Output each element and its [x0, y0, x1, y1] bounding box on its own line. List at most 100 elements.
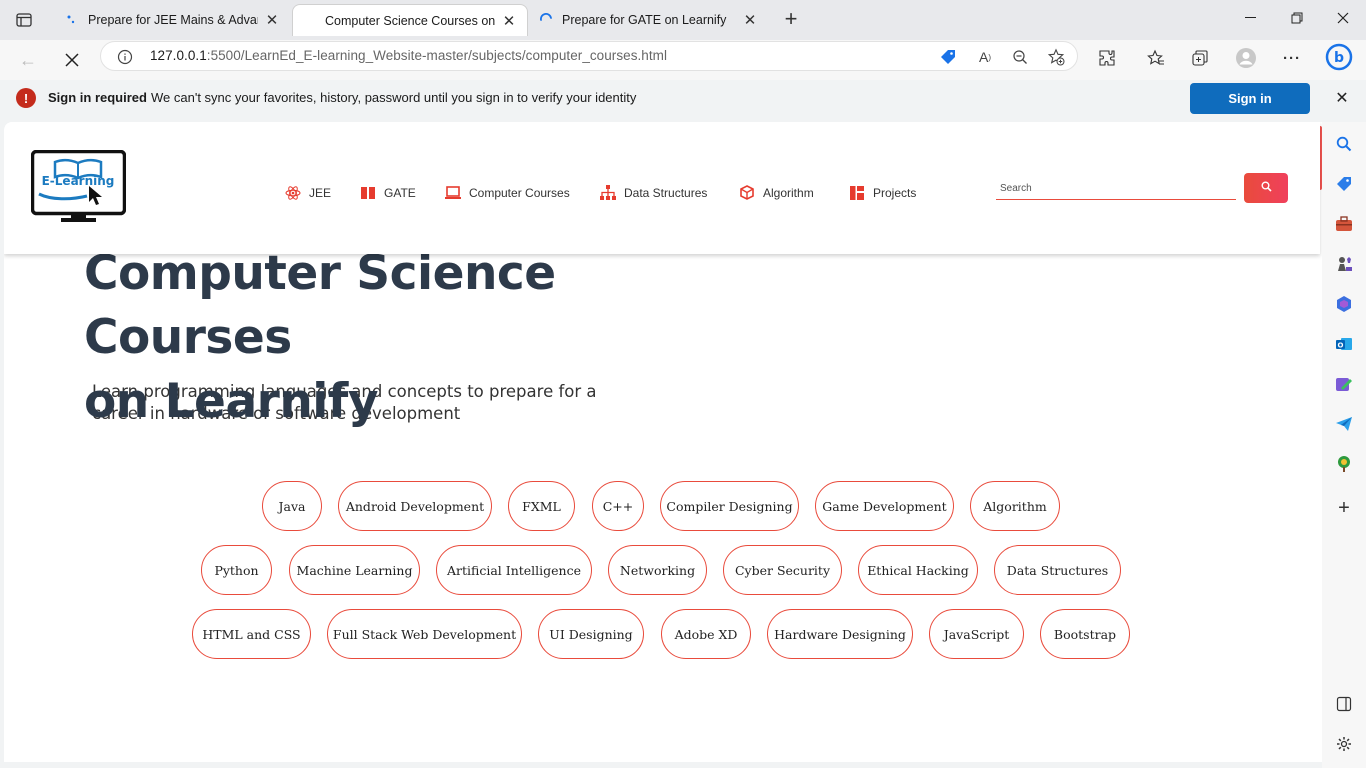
shopping-tag-icon[interactable] — [1334, 174, 1354, 194]
nav-label: Computer Courses — [469, 186, 570, 200]
nav-projects[interactable]: Projects — [849, 184, 916, 202]
course-pill-cpp[interactable]: C++ — [592, 481, 644, 531]
search-icon[interactable] — [1334, 134, 1354, 154]
course-pill-python[interactable]: Python — [201, 545, 272, 595]
loading-icon — [538, 12, 554, 28]
site-info-icon[interactable] — [115, 47, 135, 67]
read-aloud-icon[interactable]: A) — [975, 47, 995, 67]
infobar-title: Sign in required — [48, 90, 147, 105]
course-pill-java[interactable]: Java — [262, 481, 322, 531]
url-path: :5500/LearnEd_E-learning_Website-master/… — [206, 48, 667, 63]
add-favorite-icon[interactable] — [1046, 47, 1066, 67]
tools-briefcase-icon[interactable] — [1334, 214, 1354, 234]
extensions-icon[interactable] — [1095, 46, 1119, 70]
sign-in-button[interactable]: Sign in — [1190, 83, 1310, 114]
outlook-icon[interactable]: O — [1334, 334, 1354, 354]
nav-label: Projects — [873, 186, 917, 200]
close-window-icon[interactable] — [1320, 0, 1366, 36]
course-pill-compiler-designing[interactable]: Compiler Designing — [660, 481, 799, 531]
course-pill-cyber-security[interactable]: Cyber Security — [723, 545, 842, 595]
course-pill-fxml[interactable]: FXML — [508, 481, 575, 531]
page-title-line1: Computer Science Courses — [84, 246, 556, 365]
course-pill-algorithm[interactable]: Algorithm — [970, 481, 1060, 531]
stop-loading-icon[interactable] — [58, 46, 86, 74]
games-chess-icon[interactable] — [1334, 254, 1354, 274]
tab-title: Computer Science Courses on Le — [325, 13, 495, 28]
profile-avatar-icon[interactable] — [1234, 46, 1258, 70]
close-tab-icon[interactable]: ✕ — [742, 12, 758, 29]
restore-icon[interactable] — [1274, 0, 1320, 36]
tab-strip: Prepare for JEE Mains & Advance ✕ Comput… — [0, 0, 1366, 40]
course-pill-game-development[interactable]: Game Development — [815, 481, 954, 531]
course-pill-hardware-designing[interactable]: Hardware Designing — [767, 609, 913, 659]
search-button[interactable] — [1244, 173, 1288, 203]
minimize-icon[interactable] — [1228, 0, 1274, 36]
tree-icon[interactable] — [1334, 454, 1354, 474]
course-pill-artificial-intelligence[interactable]: Artificial Intelligence — [436, 545, 592, 595]
nav-computer-courses[interactable]: Computer Courses — [445, 184, 570, 202]
copilot-icon[interactable]: b — [1324, 42, 1354, 72]
close-tab-icon[interactable]: ✕ — [501, 13, 517, 30]
send-telegram-icon[interactable] — [1334, 414, 1354, 434]
book-icon — [360, 185, 376, 201]
more-options-icon[interactable]: ··· — [1280, 46, 1304, 70]
svg-text:O: O — [1338, 342, 1344, 350]
search-input[interactable] — [996, 177, 1236, 200]
dashboard-icon — [849, 185, 865, 201]
svg-text:b: b — [1334, 50, 1344, 66]
tab-jee[interactable]: Prepare for JEE Mains & Advance ✕ — [56, 4, 290, 36]
address-toolbar: ← 127.0.0.1:5500/LearnEd_E-learning_Webs… — [0, 40, 1366, 80]
zoom-out-icon[interactable] — [1010, 47, 1030, 67]
course-pill-ethical-hacking[interactable]: Ethical Hacking — [858, 545, 978, 595]
nav-gate[interactable]: GATE — [360, 184, 416, 202]
microsoft-365-icon[interactable] — [1334, 294, 1354, 314]
course-pill-javascript[interactable]: JavaScript — [929, 609, 1024, 659]
sitemap-icon — [600, 185, 616, 201]
nav-label: Data Structures — [624, 186, 708, 200]
course-pill-adobe-xd[interactable]: Adobe XD — [661, 609, 751, 659]
coupon-tag-icon[interactable] — [938, 47, 958, 67]
course-pill-ui-designing[interactable]: UI Designing — [538, 609, 644, 659]
tab-gate[interactable]: Prepare for GATE on Learnify ✕ — [530, 4, 768, 36]
loading-icon — [64, 12, 80, 28]
collections-icon[interactable] — [1188, 46, 1212, 70]
nav-label: Algorithm — [763, 186, 814, 200]
page-title-line2: on Learnify — [84, 374, 379, 429]
course-pill-bootstrap[interactable]: Bootstrap — [1040, 609, 1130, 659]
designer-icon[interactable] — [1334, 374, 1354, 394]
new-tab-button[interactable]: + — [780, 8, 802, 30]
tab-computer-courses[interactable]: Computer Science Courses on Le ✕ — [292, 4, 528, 36]
address-bar[interactable]: 127.0.0.1:5500/LearnEd_E-learning_Websit… — [100, 41, 1078, 71]
favorites-icon[interactable] — [1144, 46, 1168, 70]
course-pill-networking[interactable]: Networking — [608, 545, 707, 595]
course-pill-full-stack[interactable]: Full Stack Web Development — [327, 609, 522, 659]
nav-data-structures[interactable]: Data Structures — [600, 184, 707, 202]
blank-favicon-icon — [301, 13, 317, 29]
tab-title: Prepare for GATE on Learnify — [562, 13, 727, 27]
nav-algorithm[interactable]: Algorithm — [739, 184, 814, 202]
add-sidebar-app-icon[interactable]: + — [1334, 497, 1354, 519]
nav-label: JEE — [309, 186, 332, 200]
site-header: E-Learning JEE GATE Computer Courses Dat… — [4, 122, 1320, 254]
page-title: Computer Science Courses on Learnify — [84, 242, 764, 434]
close-infobar-icon[interactable]: ✕ — [1333, 88, 1351, 108]
error-icon: ! — [16, 88, 36, 108]
url-host: 127.0.0.1 — [150, 48, 207, 63]
course-pill-data-structures[interactable]: Data Structures — [994, 545, 1121, 595]
url-text: 127.0.0.1:5500/LearnEd_E-learning_Websit… — [150, 48, 667, 63]
page-viewport: E-Learning JEE GATE Computer Courses Dat… — [4, 122, 1322, 762]
tab-actions-icon[interactable] — [8, 8, 40, 32]
hide-sidebar-icon[interactable] — [1334, 694, 1354, 714]
back-arrow-icon[interactable]: ← — [14, 46, 42, 74]
settings-gear-icon[interactable] — [1334, 734, 1354, 754]
course-pill-html-css[interactable]: HTML and CSS — [192, 609, 311, 659]
close-tab-icon[interactable]: ✕ — [264, 12, 280, 29]
e-learning-logo[interactable]: E-Learning — [30, 149, 127, 224]
tab-title: Prepare for JEE Mains & Advance — [88, 13, 258, 27]
logo-text: E-Learning — [42, 174, 115, 188]
nav-label: GATE — [384, 186, 416, 200]
nav-jee[interactable]: JEE — [285, 184, 331, 202]
course-pill-android-development[interactable]: Android Development — [338, 481, 492, 531]
sign-in-infobar: ! Sign in required We can't sync your fa… — [0, 80, 1366, 118]
course-pill-machine-learning[interactable]: Machine Learning — [289, 545, 420, 595]
